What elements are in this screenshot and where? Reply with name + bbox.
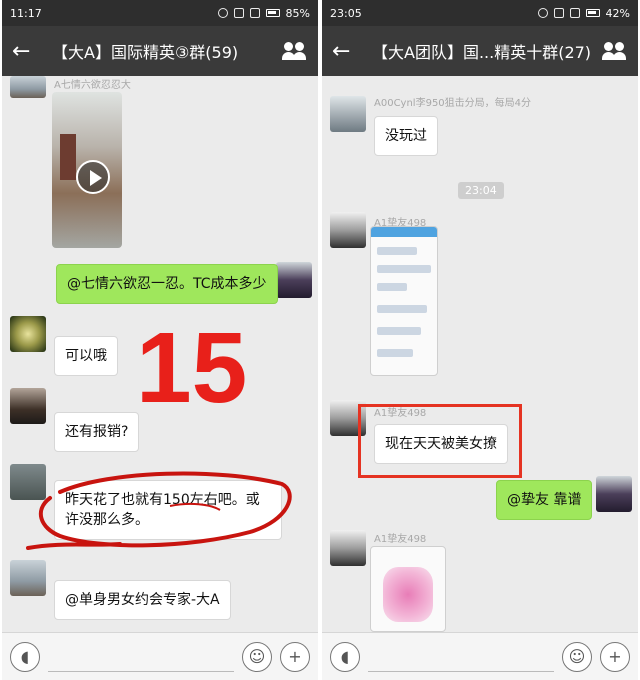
- battery-icon: [585, 9, 600, 17]
- alarm-icon: [537, 8, 548, 18]
- status-time: 23:05: [330, 6, 362, 20]
- status-icons: 42%: [537, 6, 630, 20]
- wifi-icon: [553, 8, 564, 18]
- chat-title: 【大A团队】国...精英十群(27): [372, 43, 592, 62]
- chat-title: 【大A】国际精英③群(59): [52, 43, 239, 62]
- avatar[interactable]: [10, 388, 46, 424]
- message-bubble[interactable]: @挚友 靠谱: [496, 480, 593, 520]
- avatar[interactable]: [10, 560, 46, 596]
- avatar[interactable]: [10, 316, 46, 352]
- alarm-icon: [217, 8, 228, 18]
- back-arrow-icon[interactable]: ←: [332, 39, 362, 64]
- status-bar: 23:05 42%: [322, 0, 638, 26]
- avatar[interactable]: [330, 212, 366, 248]
- chat-area[interactable]: A00Cynl李950狙击分局，每局4分 没玩过 23:04 A1挚友498 A…: [322, 76, 638, 632]
- voice-icon[interactable]: ◖: [330, 641, 360, 672]
- back-arrow-icon[interactable]: ←: [12, 39, 42, 64]
- message-bubble[interactable]: @七情六欲忍一忍。TC成本多少: [56, 264, 278, 304]
- message-input[interactable]: [48, 642, 234, 672]
- status-time: 11:17: [10, 6, 42, 20]
- sender-name: A七情六欲忍忍大: [54, 80, 131, 91]
- red-scribble-circle: [26, 471, 292, 550]
- avatar[interactable]: [330, 530, 366, 566]
- video-message[interactable]: [52, 92, 122, 248]
- chat-title-bar: ← 【大A团队】国...精英十群(27): [322, 26, 638, 76]
- plus-icon[interactable]: +: [600, 641, 630, 672]
- right-phone-screen: 23:05 42% ← 【大A团队】国...精英十群(27) A00Cynl李9…: [322, 0, 638, 680]
- status-icons: 85%: [217, 6, 310, 20]
- message-input[interactable]: [368, 642, 554, 672]
- signal-icon: [569, 8, 580, 18]
- message-bubble[interactable]: @单身男女约会专家-大A: [54, 580, 231, 620]
- input-bar: ◖ ☺ +: [2, 632, 318, 680]
- group-members-icon[interactable]: [602, 40, 628, 62]
- battery-icon: [265, 9, 280, 17]
- wifi-icon: [233, 8, 244, 18]
- message-bubble[interactable]: 可以哦: [54, 336, 118, 376]
- plus-icon[interactable]: +: [280, 641, 310, 672]
- avatar[interactable]: [330, 96, 366, 132]
- battery-level: 85%: [285, 6, 310, 20]
- message-bubble[interactable]: 没玩过: [374, 116, 438, 156]
- emoji-icon[interactable]: ☺: [242, 641, 272, 672]
- sender-name: A1挚友498: [374, 534, 427, 545]
- input-bar: ◖ ☺ +: [322, 632, 638, 680]
- avatar[interactable]: [596, 476, 632, 512]
- emoji-icon[interactable]: ☺: [562, 641, 592, 672]
- image-message[interactable]: [370, 226, 438, 376]
- annotation-number: 15: [136, 312, 248, 424]
- group-members-icon[interactable]: [282, 40, 308, 62]
- chat-title-bar: ← 【大A】国际精英③群(59): [2, 26, 318, 76]
- status-bar: 11:17 85%: [2, 0, 318, 26]
- play-icon[interactable]: [76, 160, 110, 194]
- image-message[interactable]: [370, 546, 446, 632]
- sender-name: A00Cynl李950狙击分局，每局4分: [374, 98, 532, 109]
- screenshot-collage: 11:17 85% ← 【大A】国际精英③群(59) A七情六欲忍忍大 @七情六…: [0, 0, 640, 680]
- avatar[interactable]: [276, 262, 312, 298]
- message-bubble[interactable]: 还有报销?: [54, 412, 140, 452]
- avatar[interactable]: [10, 76, 46, 98]
- red-highlight-box: [358, 404, 522, 478]
- voice-icon[interactable]: ◖: [10, 641, 40, 672]
- signal-icon: [249, 8, 260, 18]
- time-divider: 23:04: [458, 182, 504, 199]
- battery-level: 42%: [605, 6, 630, 20]
